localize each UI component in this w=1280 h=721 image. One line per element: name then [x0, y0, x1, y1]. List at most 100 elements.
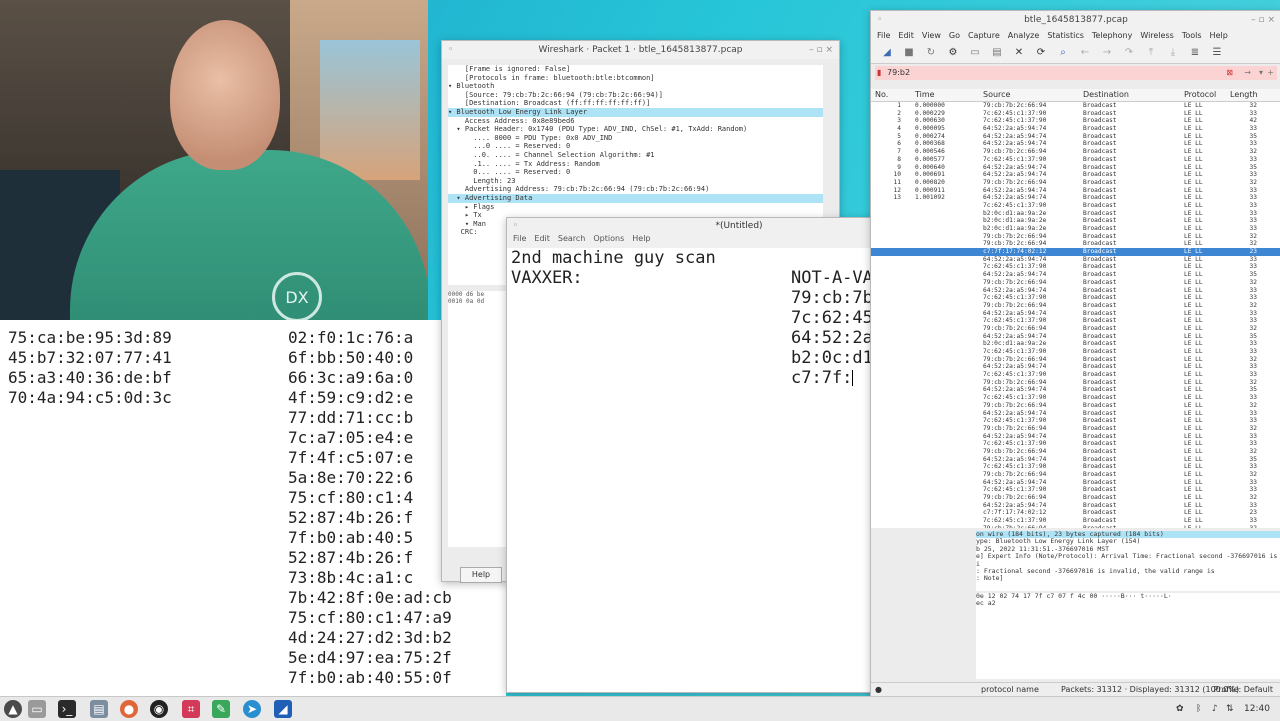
display-filter-input[interactable]: ▮ 79:b2 ⊠ → ▾ + — [875, 66, 1277, 80]
packet-row[interactable]: 3 0.000630 7c:62:45:c1:37:90 Broadcast LE LL… — [871, 117, 1280, 125]
obs-icon[interactable]: ◉ — [150, 700, 168, 718]
help-button[interactable]: Help — [460, 567, 502, 583]
packet-row[interactable]: 2 0.000229 7c:62:45:c1:37:90 Broadcast LE LL… — [871, 110, 1280, 118]
editor-menu-search[interactable]: Search — [558, 234, 585, 243]
packet-row[interactable]: 7c:62:45:c1:37:90 Broadcast LE LL 33 — [871, 417, 1280, 425]
status-profile[interactable]: Profile: Default — [1214, 683, 1273, 697]
telegram-icon[interactable]: ➤ — [243, 700, 261, 718]
packet-details-pane[interactable]: on wire (184 bits), 23 bytes captured (1… — [976, 531, 1280, 591]
packet-row[interactable]: b2:0c:d1:aa:9a:2e Broadcast LE LL 33 — [871, 210, 1280, 218]
packet-tree-item[interactable]: Length: 23 — [448, 177, 823, 186]
packet-row[interactable]: c7:7f:17:74:02:12 Broadcast LE LL 23 — [871, 509, 1280, 517]
network-icon[interactable]: ⇅ — [1226, 700, 1234, 718]
packet-list-header[interactable]: No. Time Source Destination Protocol Len… — [871, 89, 1280, 102]
packet-tree-item[interactable]: Advertising Address: 79:cb:7b:2c:66:94 (… — [448, 185, 823, 194]
packet-tree-item[interactable]: ▾ Bluetooth — [448, 82, 823, 91]
packet-row[interactable]: 64:52:2a:a5:94:74 Broadcast LE LL 33 — [871, 256, 1280, 264]
window-controls-icon[interactable]: – ▫ × — [1251, 11, 1275, 29]
ws-menu-file[interactable]: File — [877, 31, 890, 40]
status-expert-icon[interactable]: ● — [875, 683, 882, 697]
window-menu-icon[interactable]: ◦ — [877, 11, 882, 29]
packet-tree-item[interactable]: 0... .... = Reserved: 0 — [448, 168, 823, 177]
app-launcher-icon[interactable]: ▲ — [4, 700, 22, 718]
add-filter-icon[interactable]: + — [1267, 66, 1274, 80]
packet-row[interactable]: 7c:62:45:c1:37:90 Broadcast LE LL 33 — [871, 394, 1280, 402]
packet-row[interactable]: 64:52:2a:a5:94:74 Broadcast LE LL 33 — [871, 479, 1280, 487]
packet-row[interactable]: 79:cb:7b:2c:66:94 Broadcast LE LL 32 — [871, 240, 1280, 248]
filter-dropdown-icon[interactable]: ▾ — [1259, 66, 1263, 80]
packet-row[interactable]: 7c:62:45:c1:37:90 Broadcast LE LL 33 — [871, 317, 1280, 325]
packet-row[interactable]: c7:7f:17:74:02:12 Broadcast LE LL 23 — [871, 248, 1280, 256]
packet-row[interactable]: 5 0.000274 64:52:2a:a5:94:74 Broadcast LE LL… — [871, 133, 1280, 141]
packet-row[interactable]: 64:52:2a:a5:94:74 Broadcast LE LL 33 — [871, 363, 1280, 371]
firefox-icon[interactable]: ● — [120, 700, 138, 718]
colorize-icon[interactable]: ☰ — [1211, 47, 1223, 59]
packet-tree-item[interactable]: .1.. .... = Tx Address: Random — [448, 160, 823, 169]
ws-menu-statistics[interactable]: Statistics — [1047, 31, 1084, 40]
packet-row[interactable]: 7c:62:45:c1:37:90 Broadcast LE LL 33 — [871, 463, 1280, 471]
reload-icon[interactable]: ⟳ — [1035, 47, 1047, 59]
packet-bytes-pane[interactable]: 0000 d6 be 0010 0a 0d — [448, 291, 508, 547]
packet-row[interactable]: 8 0.000577 7c:62:45:c1:37:90 Broadcast LE LL… — [871, 156, 1280, 164]
col-no[interactable]: No. — [875, 89, 888, 101]
ws-menu-edit[interactable]: Edit — [898, 31, 914, 40]
col-time[interactable]: Time — [915, 89, 935, 101]
ws-menu-capture[interactable]: Capture — [968, 31, 1000, 40]
packet-row[interactable]: 64:52:2a:a5:94:74 Broadcast LE LL 33 — [871, 433, 1280, 441]
col-destination[interactable]: Destination — [1083, 89, 1129, 101]
bluetooth-icon[interactable]: ᛒ — [1196, 700, 1201, 718]
autoscroll-icon[interactable]: ≣ — [1189, 47, 1201, 59]
detail-line[interactable]: : Note] — [976, 575, 1280, 583]
left-text-document[interactable]: 75:ca:be:95:3d:89 45:b7:32:07:77:41 65:a3:… — [0, 320, 506, 696]
files-icon[interactable]: ▤ — [90, 700, 108, 718]
restart-capture-icon[interactable]: ↻ — [925, 47, 937, 59]
clear-filter-icon[interactable]: ⊠ — [1226, 66, 1233, 80]
col-source[interactable]: Source — [983, 89, 1010, 101]
first-packet-icon[interactable]: ⤒ — [1145, 47, 1157, 59]
packet-row[interactable]: 4 0.000095 64:52:2a:a5:94:74 Broadcast LE LL… — [871, 125, 1280, 133]
packet-row[interactable]: 7c:62:45:c1:37:90 Broadcast LE LL 33 — [871, 440, 1280, 448]
packet-row[interactable]: 1 0.000000 79:cb:7b:2c:66:94 Broadcast LE LL… — [871, 102, 1280, 110]
volume-icon[interactable]: ♪ — [1212, 700, 1218, 718]
packet-row[interactable]: 64:52:2a:a5:94:74 Broadcast LE LL 33 — [871, 310, 1280, 318]
packet-row[interactable]: b2:0c:d1:aa:9a:2e Broadcast LE LL 33 — [871, 340, 1280, 348]
show-desktop-icon[interactable]: ▭ — [28, 700, 46, 718]
packet-row[interactable]: 79:cb:7b:2c:66:94 Broadcast LE LL 32 — [871, 233, 1280, 241]
packet-tree-item[interactable]: ▸ Flags — [448, 203, 823, 212]
text-editor-icon[interactable]: ✎ — [212, 700, 230, 718]
ws-menu-view[interactable]: View — [922, 31, 941, 40]
packet-row[interactable]: 79:cb:7b:2c:66:94 Broadcast LE LL 32 — [871, 279, 1280, 287]
packet-row[interactable]: 7c:62:45:c1:37:90 Broadcast LE LL 33 — [871, 486, 1280, 494]
detail-line[interactable]: e] Expert Info (Note/Protocol): Arrival … — [976, 553, 1280, 568]
packet-row[interactable]: 79:cb:7b:2c:66:94 Broadcast LE LL 32 — [871, 325, 1280, 333]
go-back-icon[interactable]: ← — [1079, 47, 1091, 59]
shark-fin-icon[interactable]: ◢ — [881, 47, 893, 59]
packet-row[interactable]: 79:cb:7b:2c:66:94 Broadcast LE LL 32 — [871, 471, 1280, 479]
packet-row[interactable]: 64:52:2a:a5:94:74 Broadcast LE LL 35 — [871, 271, 1280, 279]
packet-tree-item[interactable]: ▾ Bluetooth Low Energy Link Layer — [448, 107, 823, 117]
packet-row[interactable]: 12 0.000911 64:52:2a:a5:94:74 Broadcast LE L… — [871, 187, 1280, 195]
packet-row[interactable]: 11 0.000820 79:cb:7b:2c:66:94 Broadcast LE L… — [871, 179, 1280, 187]
packet-tree-item[interactable]: [Protocols in frame: bluetooth:btle:btco… — [448, 74, 823, 83]
packet-bytes-pane[interactable]: 0e 12 02 74 17 7f c7 07 f 4c 00 ·····B··… — [976, 592, 1280, 679]
detail-line[interactable]: : Fractional second -376697016 is invali… — [976, 567, 1280, 575]
packet-row[interactable]: 7c:62:45:c1:37:90 Broadcast LE LL 33 — [871, 348, 1280, 356]
packet-row[interactable]: 7c:62:45:c1:37:90 Broadcast LE LL 33 — [871, 202, 1280, 210]
packet-list[interactable]: 1 0.000000 79:cb:7b:2c:66:94 Broadcast LE LL… — [871, 102, 1280, 528]
ws-menu-wireless[interactable]: Wireless — [1140, 31, 1173, 40]
capture-options-icon[interactable]: ⚙ — [947, 47, 959, 59]
packet-tree-item[interactable]: [Destination: Broadcast (ff:ff:ff:ff:ff:… — [448, 99, 823, 108]
apply-filter-icon[interactable]: → — [1244, 66, 1251, 80]
packet-window-titlebar[interactable]: ◦ Wireshark · Packet 1 · btle_1645813877… — [442, 41, 839, 59]
wireshark-titlebar[interactable]: ◦ btle_1645813877.pcap – ▫ × — [871, 11, 1280, 29]
stop-capture-icon[interactable]: ■ — [903, 47, 915, 59]
packet-tree-item[interactable]: [Source: 79:cb:7b:2c:66:94 (79:cb:7b:2c:… — [448, 91, 823, 100]
packet-tree-item[interactable]: .... 0000 = PDU Type: 0x0 ADV_IND — [448, 134, 823, 143]
packet-row[interactable]: 7 0.000546 79:cb:7b:2c:66:94 Broadcast LE LL… — [871, 148, 1280, 156]
packet-row[interactable]: 79:cb:7b:2c:66:94 Broadcast LE LL 32 — [871, 356, 1280, 364]
packet-row[interactable]: 6 0.000368 64:52:2a:a5:94:74 Broadcast LE LL… — [871, 140, 1280, 148]
packet-tree-item[interactable]: ▾ Advertising Data — [448, 193, 823, 203]
editor-menu-options[interactable]: Options — [593, 234, 624, 243]
ws-menu-analyze[interactable]: Analyze — [1008, 31, 1040, 40]
packet-tree-item[interactable]: Access Address: 0x8e89bed6 — [448, 117, 823, 126]
